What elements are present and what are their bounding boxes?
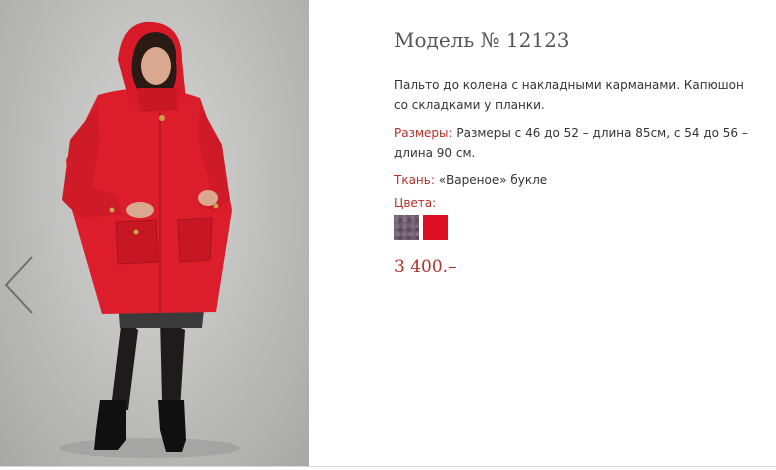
product-title: Модель № 12123 [394,28,570,52]
fabric-value: «Вареное» букле [434,173,548,187]
color-swatches [394,215,754,240]
sizes-row: Размеры: Размеры с 46 до 52 – длина 85см… [394,123,754,163]
product-photo [0,0,309,466]
sizes-label: Размеры: [394,126,453,140]
divider [0,466,776,467]
previous-image-button[interactable] [2,255,36,315]
chevron-left-icon [4,256,33,314]
fabric-row: Ткань: «Вареное» букле [394,170,754,190]
colors-label: Цвета: [394,196,437,210]
fabric-label: Ткань: [394,173,435,187]
product-price: 3 400.– [394,257,457,277]
product-description: Пальто до колена с накладными карманами.… [394,78,744,112]
color-swatch-boucle[interactable] [394,215,419,240]
color-swatch-red[interactable] [423,215,448,240]
colors-row: Цвета: [394,193,754,213]
model-in-red-coat-image [60,21,240,458]
product-info: Модель № 12123 Пальто до колена с наклад… [394,28,754,277]
